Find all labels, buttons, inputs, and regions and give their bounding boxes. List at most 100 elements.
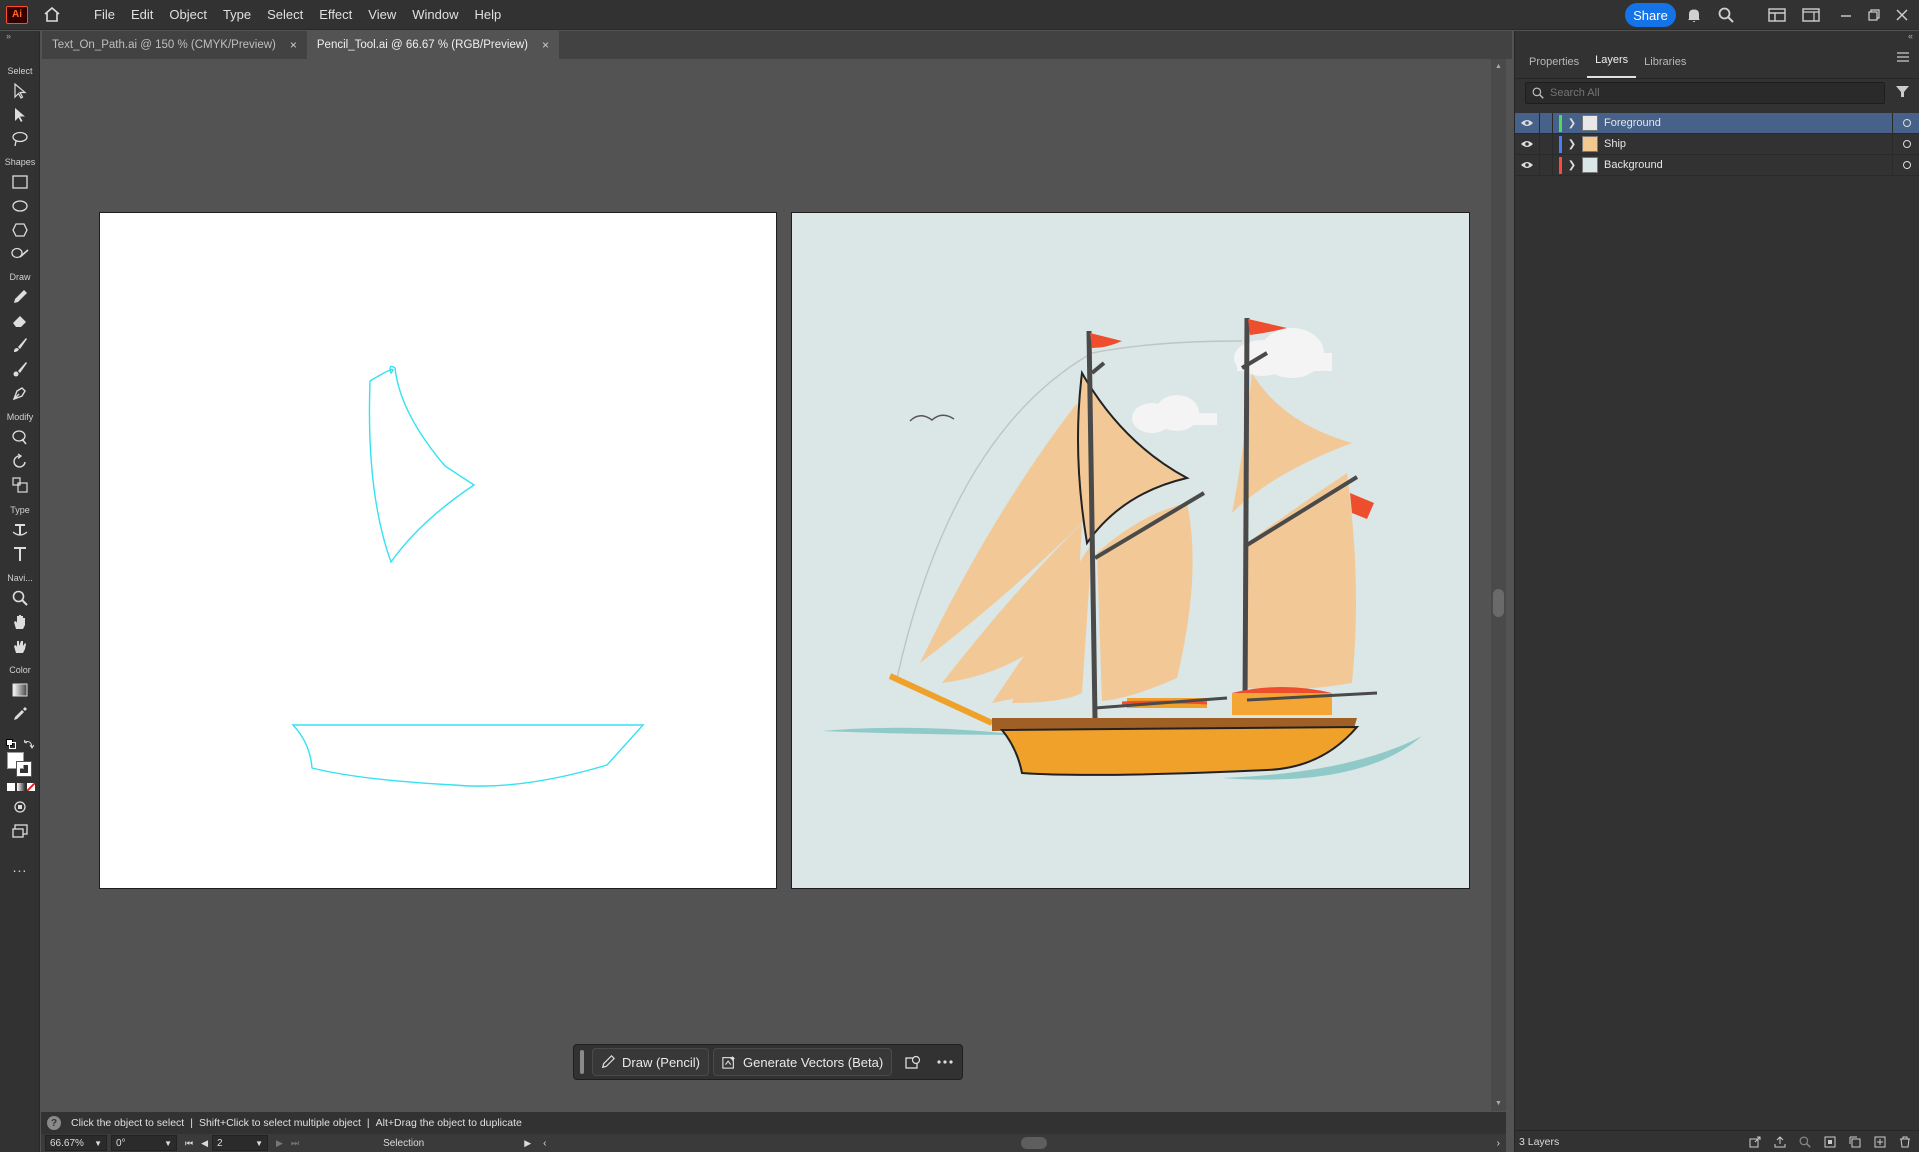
next-artboard-icon[interactable]: ▶ (276, 1138, 283, 1149)
artboard-number-field[interactable]: 2 ▼ (212, 1135, 269, 1151)
minimize-icon[interactable] (1836, 5, 1856, 25)
artboard-2[interactable] (791, 212, 1470, 889)
collect-export-icon[interactable] (1748, 1135, 1762, 1149)
lock-toggle[interactable] (1539, 112, 1553, 134)
target-icon[interactable] (1892, 133, 1919, 155)
expand-chevron-icon[interactable]: ❯ (1562, 118, 1582, 129)
ship-illustration[interactable] (792, 213, 1471, 890)
filter-icon[interactable] (1896, 85, 1909, 103)
workspace-icon[interactable] (1767, 5, 1787, 25)
generate-vectors-button[interactable]: Generate Vectors (Beta) (713, 1048, 893, 1076)
layer-name[interactable]: Background (1604, 159, 1892, 171)
layer-name[interactable]: Foreground (1604, 117, 1892, 129)
trash-icon[interactable] (1898, 1135, 1912, 1149)
expand-chevron-icon[interactable]: ❯ (1562, 160, 1582, 171)
layer-search-input[interactable] (1550, 87, 1870, 99)
tab-layers[interactable]: Layers (1587, 54, 1637, 78)
first-artboard-icon[interactable]: ⏮ (185, 1138, 193, 1149)
layer-row-foreground[interactable]: ❯ Foreground (1515, 112, 1919, 134)
export-icon[interactable] (1773, 1135, 1787, 1149)
last-artboard-icon[interactable]: ⏭ (291, 1138, 299, 1149)
pencil-tool-icon[interactable] (8, 286, 32, 308)
lock-toggle[interactable] (1539, 133, 1553, 155)
menu-type[interactable]: Type (215, 0, 259, 30)
image-trace-icon[interactable] (902, 1051, 924, 1073)
new-sublayer-icon[interactable] (1848, 1135, 1862, 1149)
menu-file[interactable]: File (86, 0, 123, 30)
type-on-path-tool-icon[interactable] (8, 519, 32, 541)
artboard-1[interactable] (99, 212, 777, 889)
none-mode-icon[interactable] (27, 783, 35, 791)
more-tools-icon[interactable]: ... (0, 859, 40, 875)
target-icon[interactable] (1892, 112, 1919, 134)
rectangle-tool-icon[interactable] (8, 171, 32, 193)
previous-artboard-icon[interactable]: ◀ (201, 1138, 208, 1149)
help-icon[interactable]: ? (47, 1116, 61, 1130)
new-layer-icon[interactable] (1873, 1135, 1887, 1149)
paintbrush-tool-icon[interactable] (8, 334, 32, 356)
share-button[interactable]: Share (1625, 3, 1676, 27)
more-options-icon[interactable] (934, 1051, 956, 1073)
visibility-eye-icon[interactable] (1515, 161, 1539, 169)
layer-name[interactable]: Ship (1604, 138, 1892, 150)
collapse-arrows-icon[interactable]: » (6, 31, 11, 41)
zoom-level-field[interactable]: 66.67% ▼ (45, 1135, 107, 1151)
scroll-left-icon[interactable]: ‹ (543, 1138, 546, 1149)
target-icon[interactable] (1892, 154, 1919, 176)
screen-mode-icon[interactable] (8, 820, 32, 842)
gradient-tool-icon[interactable] (8, 679, 32, 701)
layer-row-ship[interactable]: ❯ Ship (1515, 133, 1919, 155)
layer-search-box[interactable] (1525, 82, 1885, 104)
eraser-tool-icon[interactable] (8, 310, 32, 332)
lasso-tool-icon[interactable] (8, 128, 32, 150)
menu-help[interactable]: Help (466, 0, 509, 30)
lock-toggle[interactable] (1539, 154, 1553, 176)
target-icon[interactable] (1902, 119, 1911, 127)
color-mode-icons[interactable] (7, 783, 35, 791)
search-icon[interactable] (1716, 5, 1736, 25)
target-icon[interactable] (1902, 140, 1911, 148)
type-tool-icon[interactable] (8, 543, 32, 565)
layer-row-background[interactable]: ❯ Background (1515, 154, 1919, 176)
close-tab-icon[interactable]: × (290, 38, 297, 52)
scroll-down-icon[interactable]: ▼ (1495, 1100, 1502, 1107)
tab-text-on-path[interactable]: Text_On_Path.ai @ 150 % (CMYK/Preview) × (42, 31, 307, 59)
home-icon[interactable] (40, 3, 64, 27)
draw-mode-icon[interactable] (8, 796, 32, 818)
restore-icon[interactable] (1864, 5, 1884, 25)
tab-pencil-tool[interactable]: Pencil_Tool.ai @ 66.67 % (RGB/Preview) × (306, 31, 559, 59)
collapse-panel-icon[interactable]: « (1908, 31, 1913, 41)
expand-chevron-icon[interactable]: ❯ (1562, 139, 1582, 150)
selection-tool-icon[interactable] (8, 80, 32, 102)
panel-menu-icon[interactable] (1897, 51, 1909, 65)
shaper-tool-icon[interactable] (8, 243, 32, 265)
target-icon[interactable] (1902, 161, 1911, 169)
rotate-tool-icon[interactable] (8, 450, 32, 472)
bell-icon[interactable] (1684, 5, 1704, 25)
swap-colors-icon[interactable] (23, 736, 35, 754)
visibility-eye-icon[interactable] (1515, 140, 1539, 148)
draw-pencil-button[interactable]: Draw (Pencil) (592, 1048, 710, 1076)
locate-object-icon[interactable] (1798, 1135, 1812, 1149)
drag-handle-icon[interactable] (580, 1050, 584, 1074)
tab-properties[interactable]: Properties (1521, 56, 1587, 78)
scroll-up-icon[interactable]: ▲ (1495, 63, 1502, 70)
sketched-sail-path[interactable] (368, 365, 476, 564)
visibility-eye-icon[interactable] (1515, 119, 1539, 127)
stroke-color-swatch[interactable] (16, 761, 32, 777)
eyedropper-tool-icon[interactable] (8, 703, 32, 725)
menu-window[interactable]: Window (404, 0, 466, 30)
pencil-sketch-paths[interactable] (100, 213, 778, 890)
rotation-field[interactable]: 0° ▼ (111, 1135, 177, 1151)
scroll-right-icon[interactable]: › (1497, 1138, 1500, 1149)
hand-tool-icon[interactable] (8, 611, 32, 633)
menu-edit[interactable]: Edit (123, 0, 161, 30)
zoom-tool-icon[interactable] (8, 587, 32, 609)
blob-brush-tool-icon[interactable] (8, 358, 32, 380)
scroll-thumb[interactable] (1493, 589, 1504, 617)
direct-selection-tool-icon[interactable] (8, 104, 32, 126)
panel-layout-icon[interactable] (1801, 5, 1821, 25)
canvas[interactable] (41, 59, 1491, 1111)
shape-builder-tool-icon[interactable] (8, 426, 32, 448)
polygon-tool-icon[interactable] (8, 219, 32, 241)
